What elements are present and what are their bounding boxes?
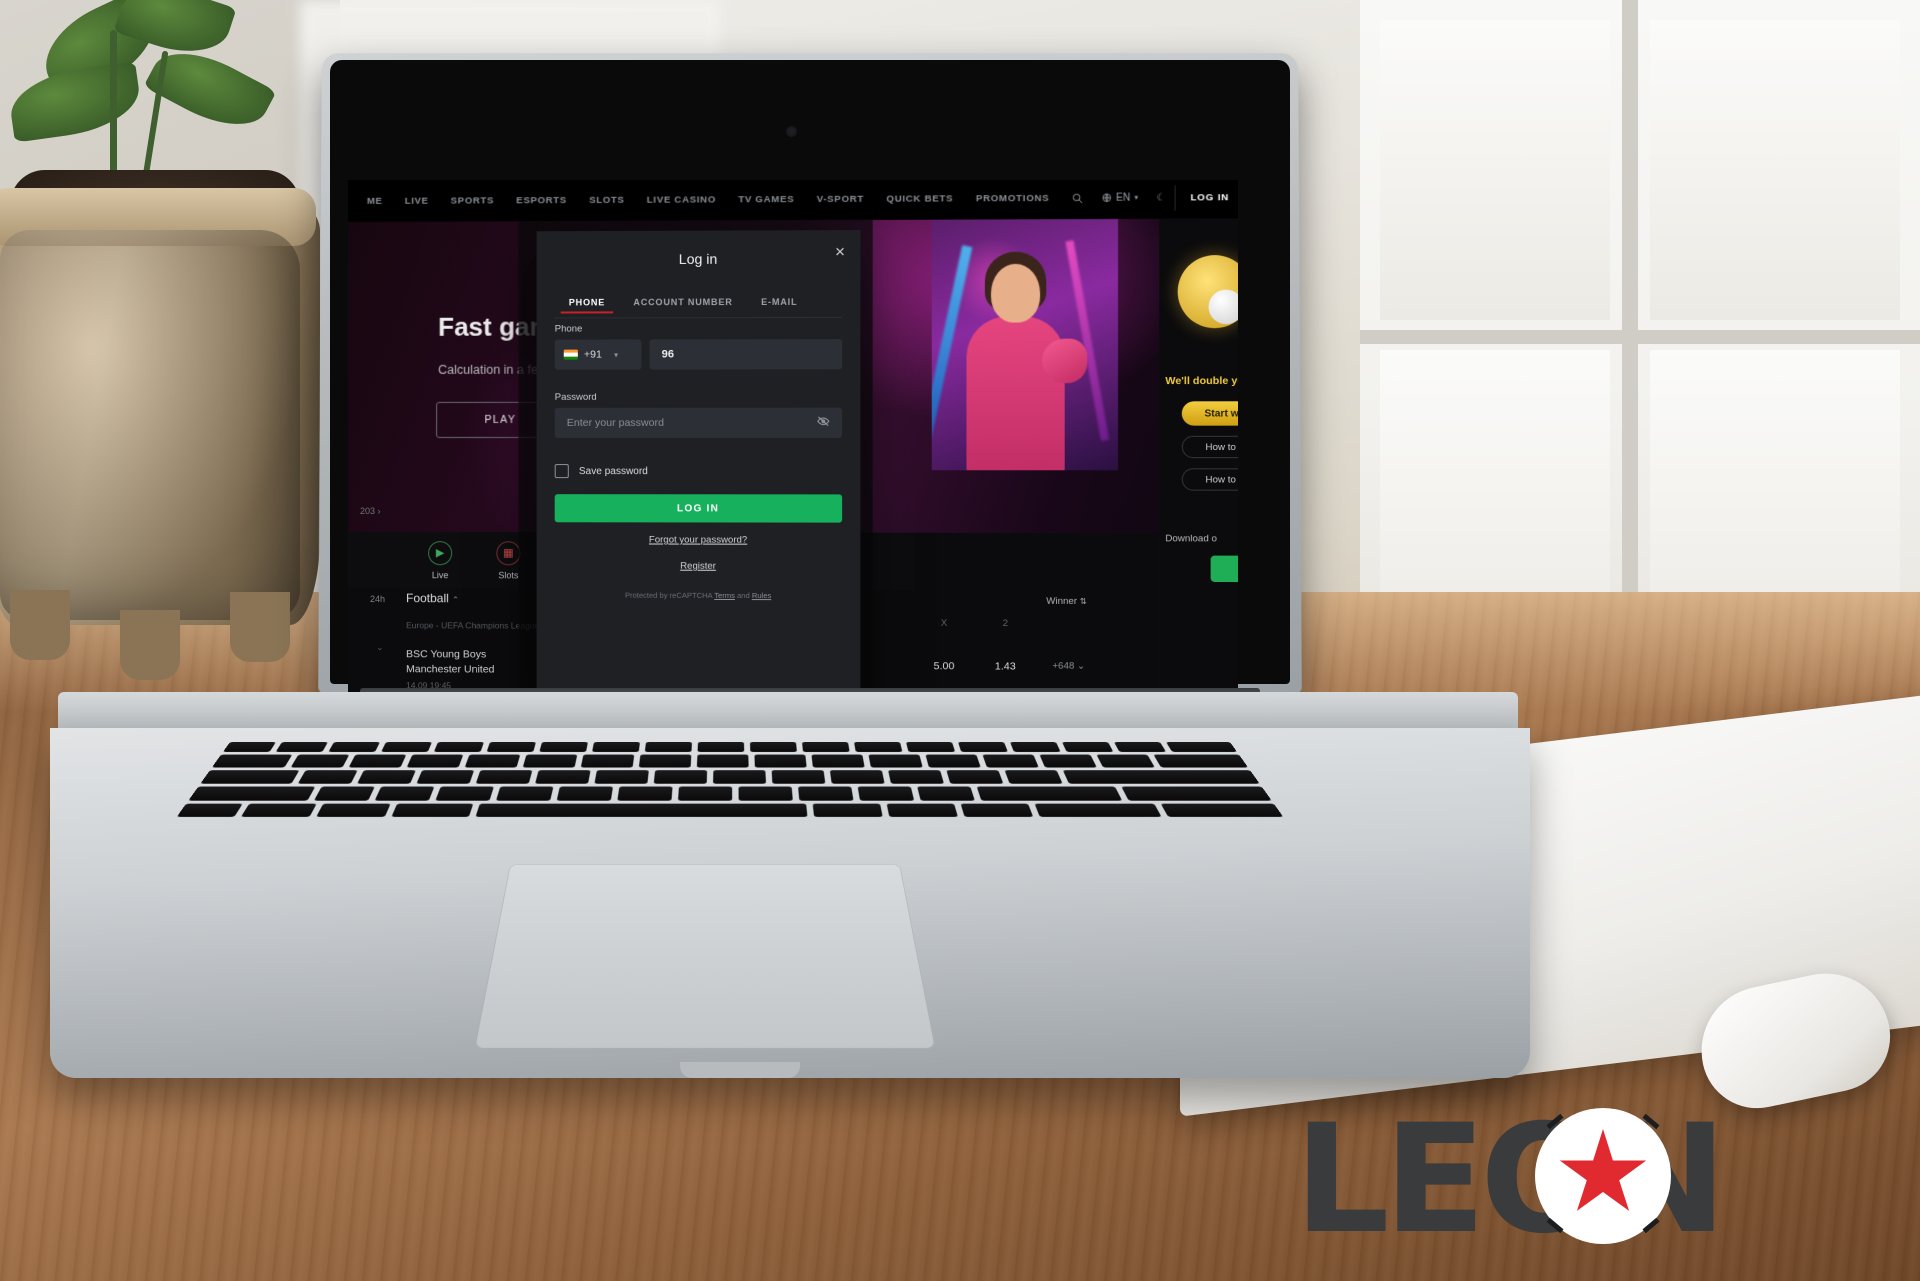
- login-modal: Log in ✕ PHONE ACCOUNT NUMBER E-MAIL Pho…: [536, 230, 861, 715]
- lid-notch: [680, 1062, 800, 1078]
- hero-image: [931, 218, 1119, 471]
- close-icon[interactable]: ✕: [832, 244, 848, 260]
- recaptcha-rules-link[interactable]: Rules: [752, 591, 771, 600]
- market-label: Winner: [1046, 595, 1078, 607]
- eye-off-icon[interactable]: [817, 416, 830, 430]
- sport-header[interactable]: Football ⌃: [406, 591, 459, 605]
- password-placeholder: Enter your password: [566, 416, 664, 429]
- odds-columns: X 2: [913, 618, 1159, 630]
- nav-item-home[interactable]: ME: [356, 195, 394, 206]
- quick-link-label: Slots: [498, 569, 519, 580]
- leon-star-icon: [1559, 1129, 1647, 1211]
- nav-item-slots[interactable]: SLOTS: [578, 194, 636, 205]
- recaptcha-and: and: [734, 590, 752, 601]
- search-icon[interactable]: [1063, 192, 1093, 203]
- odds-group[interactable]: 5.00 1.43 +648 ⌄: [913, 660, 1101, 673]
- country-code-value: +91: [583, 348, 602, 361]
- save-password-label: Save password: [578, 465, 648, 477]
- india-flag-icon: [563, 349, 578, 360]
- quick-link-live[interactable]: ▶ Live: [406, 540, 474, 580]
- forgot-password-link[interactable]: Forgot your password?: [537, 534, 861, 546]
- promo-headline: We'll double yo: [1165, 374, 1238, 388]
- chevron-down-icon: ▾: [613, 350, 619, 360]
- nav-item-live[interactable]: LIVE: [394, 195, 440, 206]
- trackpad: [473, 864, 937, 1049]
- login-tabs: PHONE ACCOUNT NUMBER E-MAIL: [554, 286, 843, 319]
- save-password-row[interactable]: Save password: [554, 464, 648, 479]
- quick-link-label: Live: [431, 569, 449, 580]
- globe-icon: [1102, 193, 1112, 203]
- photo-scene: ME LIVE SPORTS ESPORTS SLOTS LIVE CASINO…: [0, 0, 1920, 1281]
- password-label: Password: [554, 391, 597, 403]
- register-link[interactable]: Register: [537, 560, 861, 572]
- nav-item-esports[interactable]: ESPORTS: [505, 194, 578, 206]
- more-markets[interactable]: +648 ⌄: [1036, 661, 1102, 673]
- recaptcha-terms-link[interactable]: Terms: [714, 591, 735, 600]
- odd-x[interactable]: 5.00: [913, 660, 974, 672]
- promo-start-button[interactable]: Start w: [1181, 401, 1238, 426]
- chevron-down-icon: ▾: [1134, 194, 1139, 202]
- save-password-checkbox[interactable]: [554, 464, 569, 479]
- modal-login-button[interactable]: LOG IN: [554, 494, 843, 523]
- website: ME LIVE SPORTS ESPORTS SLOTS LIVE CASINO…: [348, 180, 1238, 717]
- odds-column-x: X: [940, 617, 948, 629]
- odd-2[interactable]: 1.43: [975, 660, 1036, 672]
- keyboard: [176, 742, 1284, 817]
- pager-label[interactable]: 203 ›: [360, 506, 381, 516]
- laptop: ME LIVE SPORTS ESPORTS SLOTS LIVE CASINO…: [30, 52, 1570, 1112]
- chevron-right-icon: ›: [377, 506, 381, 517]
- phone-label: Phone: [554, 323, 583, 335]
- team-name: BSC Young Boys: [406, 648, 487, 661]
- window-pane: [1650, 20, 1900, 320]
- odds-column-2: 2: [1002, 617, 1009, 630]
- tab-phone[interactable]: PHONE: [555, 297, 620, 307]
- moon-icon[interactable]: ☾: [1147, 192, 1175, 203]
- nav-item-promotions[interactable]: PROMOTIONS: [965, 192, 1061, 204]
- play-circle-icon: ▶: [428, 540, 453, 565]
- login-button[interactable]: LOG IN: [1175, 184, 1238, 211]
- top-navigation: ME LIVE SPORTS ESPORTS SLOTS LIVE CASINO…: [348, 180, 1238, 222]
- tab-account-number[interactable]: ACCOUNT NUMBER: [619, 297, 747, 307]
- language-label: EN: [1116, 192, 1131, 204]
- nav-item-v-sport[interactable]: V-SPORT: [805, 193, 875, 204]
- promo-link-1[interactable]: How to: [1181, 435, 1238, 459]
- nav-item-tv-games[interactable]: TV GAMES: [727, 193, 805, 205]
- download-label: Download o: [1165, 533, 1217, 545]
- promo-link-2[interactable]: How to: [1181, 468, 1238, 491]
- more-count: +648: [1052, 660, 1075, 672]
- slot-machine-icon: ▦: [496, 540, 521, 565]
- leon-watermark: LEON: [1294, 1075, 1894, 1267]
- pager-value: 203: [359, 506, 376, 517]
- phone-number-input[interactable]: 96: [649, 339, 843, 370]
- chevron-down-icon[interactable]: ⌄: [376, 642, 384, 653]
- sort-icon: ⇅: [1079, 596, 1087, 607]
- webcam: [788, 128, 795, 135]
- modal-title: Log in: [678, 250, 718, 267]
- football-icon: [1208, 289, 1238, 325]
- nav-item-sports[interactable]: SPORTS: [440, 195, 506, 206]
- market-selector[interactable]: Winner ⇅: [1046, 596, 1086, 607]
- sport-label: Football: [406, 591, 449, 606]
- chevron-up-icon: ⌃: [452, 595, 459, 605]
- recaptcha-notice: Protected by reCAPTCHA Terms and Rules: [537, 590, 861, 600]
- language-selector[interactable]: EN ▾: [1092, 192, 1147, 203]
- country-code-select[interactable]: +91 ▾: [554, 339, 642, 370]
- download-button[interactable]: [1210, 555, 1238, 583]
- time-filter[interactable]: 24h: [370, 594, 385, 604]
- recaptcha-prefix: Protected by reCAPTCHA: [625, 590, 715, 600]
- laptop-screen: ME LIVE SPORTS ESPORTS SLOTS LIVE CASINO…: [348, 180, 1238, 717]
- leon-ball-icon: [1538, 1111, 1668, 1241]
- nav-item-live-casino[interactable]: LIVE CASINO: [636, 194, 727, 205]
- tab-email[interactable]: E-MAIL: [747, 297, 812, 307]
- nav-item-quick-bets[interactable]: QUICK BETS: [875, 193, 964, 204]
- team-name: Manchester United: [406, 663, 495, 676]
- password-field[interactable]: Enter your password: [554, 407, 843, 438]
